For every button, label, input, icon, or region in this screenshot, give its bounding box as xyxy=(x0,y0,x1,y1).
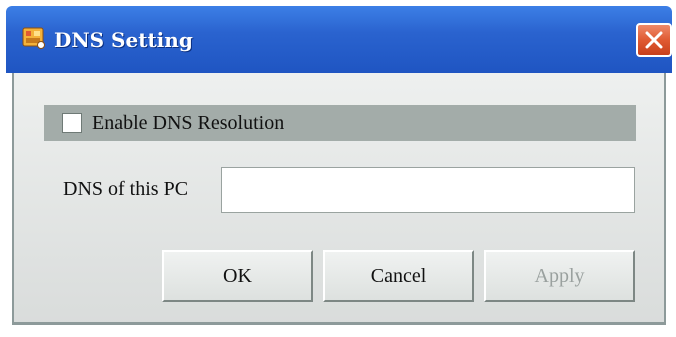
dialog-bottom-border xyxy=(12,322,666,325)
title-bar[interactable]: DNS Setting xyxy=(6,6,672,73)
window-title: DNS Setting xyxy=(54,28,193,52)
dns-of-pc-label: DNS of this PC xyxy=(63,178,189,200)
enable-dns-checkbox[interactable] xyxy=(62,113,82,133)
close-button[interactable] xyxy=(636,23,672,57)
apply-button[interactable]: Apply xyxy=(484,250,635,302)
app-icon xyxy=(20,24,46,50)
dns-setting-dialog: DNS Setting Enable DNS Resolution DNS of… xyxy=(0,0,676,337)
dns-of-pc-input[interactable] xyxy=(221,167,635,213)
close-icon xyxy=(645,31,663,49)
ok-button[interactable]: OK xyxy=(162,250,313,302)
cancel-button[interactable]: Cancel xyxy=(323,250,474,302)
enable-dns-label[interactable]: Enable DNS Resolution xyxy=(92,111,284,135)
